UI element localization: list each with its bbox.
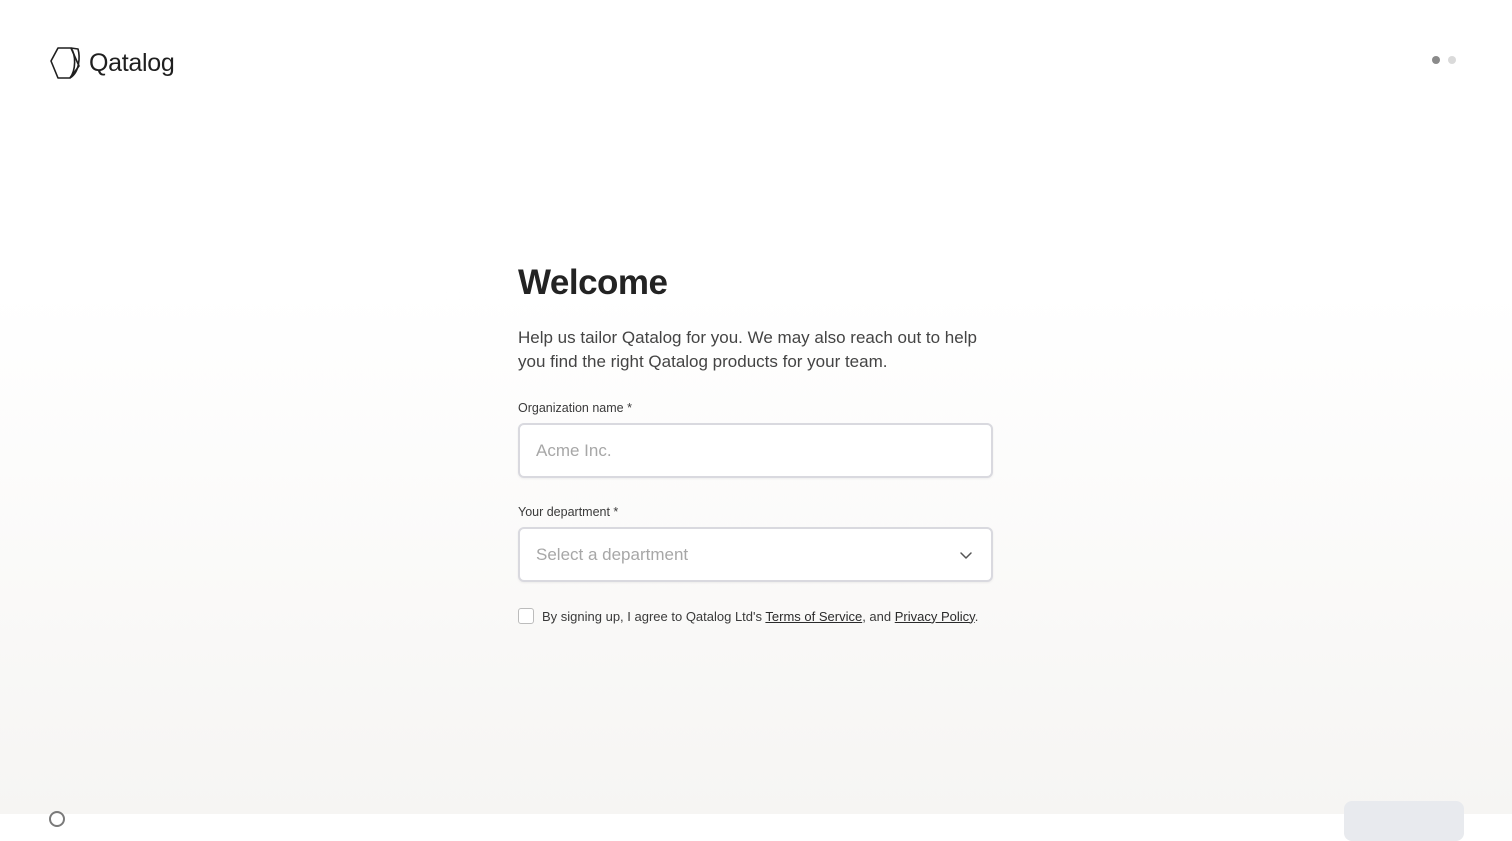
step-dot-2: [1448, 56, 1456, 64]
consent-suffix: .: [974, 608, 979, 624]
qatalog-logo-icon: [50, 47, 80, 79]
welcome-form: Welcome Help us tailor Qatalog for you. …: [518, 262, 994, 624]
help-icon[interactable]: [49, 811, 65, 827]
page-title: Welcome: [518, 263, 668, 302]
organization-name-label: Organization name *: [518, 401, 632, 415]
chevron-down-icon: [960, 551, 972, 559]
brand[interactable]: Qatalog: [49, 46, 175, 80]
step-dot-1: [1432, 56, 1440, 64]
continue-button[interactable]: [1344, 801, 1464, 841]
consent-row: By signing up, I agree to Qatalog Ltd's …: [518, 608, 994, 624]
department-select-placeholder: Select a department: [536, 544, 689, 564]
consent-prefix: By signing up, I agree to Qatalog Ltd's: [542, 608, 766, 624]
brand-name: Qatalog: [89, 48, 175, 77]
organization-name-input[interactable]: [518, 423, 993, 478]
consent-middle: , and: [862, 608, 895, 624]
department-select[interactable]: Select a department: [518, 527, 993, 582]
privacy-policy-link[interactable]: Privacy Policy: [895, 609, 975, 624]
step-indicator: [1432, 56, 1456, 64]
consent-text: By signing up, I agree to Qatalog Ltd's …: [542, 609, 978, 624]
department-label: Your department *: [518, 505, 619, 519]
page-subtitle: Help us tailor Qatalog for you. We may a…: [518, 328, 977, 371]
terms-of-service-link[interactable]: Terms of Service: [765, 609, 862, 624]
consent-checkbox[interactable]: [518, 608, 534, 624]
